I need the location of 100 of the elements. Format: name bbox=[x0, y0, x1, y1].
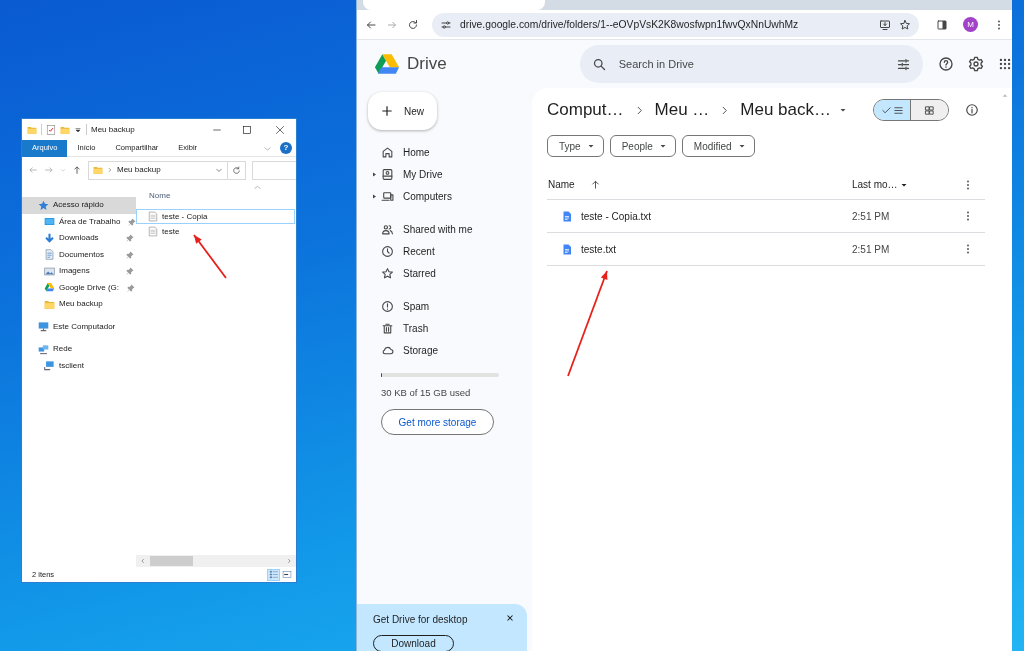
apps-icon[interactable] bbox=[998, 57, 1012, 71]
monitor-icon bbox=[44, 216, 55, 228]
scroll-left-icon[interactable] bbox=[140, 558, 146, 564]
nav-item[interactable]: Home bbox=[368, 141, 532, 163]
reload-icon[interactable] bbox=[407, 18, 419, 31]
pin-icon[interactable] bbox=[126, 267, 134, 276]
pin-icon[interactable] bbox=[127, 283, 136, 292]
address-field[interactable]: Meu backup bbox=[88, 160, 228, 180]
alert-icon bbox=[381, 299, 394, 313]
filter-chip[interactable]: Modified bbox=[681, 135, 755, 157]
modified-time: 2:51 PM bbox=[852, 210, 890, 222]
nav-item[interactable]: My Drive bbox=[368, 163, 532, 185]
check-icon bbox=[880, 104, 892, 116]
list-icon bbox=[892, 104, 904, 116]
refresh-button[interactable] bbox=[227, 160, 246, 180]
computer-icon bbox=[381, 189, 394, 203]
clock-icon bbox=[381, 244, 394, 258]
pin-icon[interactable] bbox=[126, 250, 134, 259]
modified-time: 2:51 PM bbox=[852, 243, 890, 255]
nav-item[interactable]: Trash bbox=[368, 317, 532, 339]
info-icon[interactable] bbox=[965, 103, 980, 117]
view-toggle-button[interactable] bbox=[874, 100, 912, 120]
profile-avatar[interactable]: M bbox=[963, 17, 978, 32]
filter-chip[interactable]: Type bbox=[547, 135, 604, 157]
text-file-icon bbox=[148, 211, 158, 222]
grid-icon bbox=[924, 104, 936, 116]
nav-item[interactable]: Downloads bbox=[22, 230, 136, 247]
document-icon bbox=[44, 249, 55, 261]
search-field[interactable] bbox=[252, 160, 296, 180]
star-icon bbox=[381, 266, 394, 280]
search-bar[interactable]: Search in Drive bbox=[579, 45, 923, 83]
nav-item[interactable]: Este Computador bbox=[22, 318, 136, 335]
details-view-icon bbox=[268, 570, 279, 579]
filter-icon[interactable] bbox=[896, 56, 911, 72]
nav-item[interactable]: Google Drive (G: bbox=[22, 279, 136, 296]
nav-item[interactable]: Recent bbox=[368, 240, 532, 262]
breadcrumb[interactable]: Meu back… bbox=[740, 97, 850, 123]
back-icon[interactable] bbox=[365, 18, 377, 31]
file-row[interactable]: teste bbox=[136, 224, 295, 239]
file-name[interactable]: teste.txt bbox=[581, 241, 616, 257]
logo-icon[interactable] bbox=[374, 53, 400, 75]
nav-item[interactable]: Computers bbox=[368, 185, 532, 207]
column-header[interactable]: Name bbox=[548, 177, 575, 192]
scroll-right-icon[interactable] bbox=[286, 558, 292, 564]
caret-icon[interactable] bbox=[74, 125, 82, 134]
site-settings-icon[interactable] bbox=[440, 18, 452, 31]
scrollbar-thumb[interactable] bbox=[150, 556, 193, 566]
get-storage-button[interactable]: Get more storage bbox=[381, 409, 494, 436]
nav-item[interactable]: Storage bbox=[368, 339, 532, 361]
close-icon[interactable] bbox=[505, 612, 515, 623]
document-icon bbox=[561, 242, 573, 256]
settings-icon[interactable] bbox=[968, 56, 984, 72]
star-icon[interactable] bbox=[899, 18, 911, 31]
breadcrumb[interactable]: Meu … bbox=[654, 97, 710, 123]
expand-caret-icon[interactable] bbox=[372, 171, 377, 177]
help-icon[interactable] bbox=[938, 56, 954, 72]
nav-item[interactable]: Starred bbox=[368, 262, 532, 284]
network-drive-icon bbox=[44, 360, 55, 372]
column-header[interactable]: Last mo… bbox=[852, 177, 898, 192]
nav-item[interactable]: Rede bbox=[22, 341, 136, 358]
search-field[interactable]: Search in Drive bbox=[616, 54, 886, 74]
install-icon[interactable] bbox=[879, 18, 891, 31]
folder-icon bbox=[44, 298, 55, 310]
pin-icon[interactable] bbox=[126, 234, 134, 243]
breadcrumb[interactable]: Comput… bbox=[547, 97, 624, 123]
app-title: Drive bbox=[407, 53, 447, 76]
expand-caret-icon[interactable] bbox=[372, 193, 377, 199]
nav-item[interactable]: Área de Trabalho bbox=[22, 213, 136, 230]
nav-item[interactable]: Imagens bbox=[22, 263, 136, 280]
column-header[interactable]: Nome bbox=[149, 192, 171, 200]
close-icon[interactable] bbox=[275, 124, 285, 135]
view-toggle[interactable] bbox=[873, 99, 950, 121]
horizontal-scrollbar[interactable] bbox=[136, 555, 296, 567]
maximize-icon[interactable] bbox=[242, 124, 252, 135]
nav-item[interactable]: Shared with me bbox=[368, 218, 532, 240]
side-panel-icon[interactable] bbox=[936, 18, 948, 31]
people-icon bbox=[381, 222, 394, 236]
sort-arrow-icon[interactable] bbox=[589, 179, 601, 190]
nav-item[interactable]: Documentos bbox=[22, 246, 136, 263]
network-icon bbox=[38, 343, 49, 355]
computer-icon bbox=[38, 321, 49, 333]
pin-icon[interactable] bbox=[128, 217, 137, 226]
up-arrow-icon[interactable] bbox=[72, 165, 82, 175]
checklist-icon[interactable] bbox=[46, 124, 56, 135]
nav-item[interactable]: Acesso rápido bbox=[22, 197, 136, 214]
storage-text: 30 KB of 15 GB used bbox=[381, 386, 472, 400]
nav-item[interactable]: Meu backup bbox=[22, 296, 136, 313]
nav-item[interactable]: tsclient bbox=[22, 357, 136, 374]
address-bar[interactable]: drive.google.com/drive/folders/1--eOVpVsK2K8wosfwpn1fwvQxNnUwhMz bbox=[432, 12, 919, 37]
folder-icon bbox=[93, 165, 103, 175]
new-button[interactable]: New bbox=[368, 92, 437, 130]
file-name[interactable]: teste - Copia.txt bbox=[581, 208, 652, 224]
nav-item[interactable]: Spam bbox=[368, 295, 532, 317]
filter-chip[interactable]: People bbox=[609, 135, 676, 157]
view-button[interactable] bbox=[267, 568, 280, 581]
view-toggle-button[interactable] bbox=[911, 100, 949, 120]
plus-icon bbox=[380, 104, 394, 118]
help-button[interactable]: ? bbox=[280, 142, 292, 154]
file-row[interactable]: teste - Copia bbox=[136, 209, 295, 224]
view-button[interactable] bbox=[280, 568, 293, 581]
